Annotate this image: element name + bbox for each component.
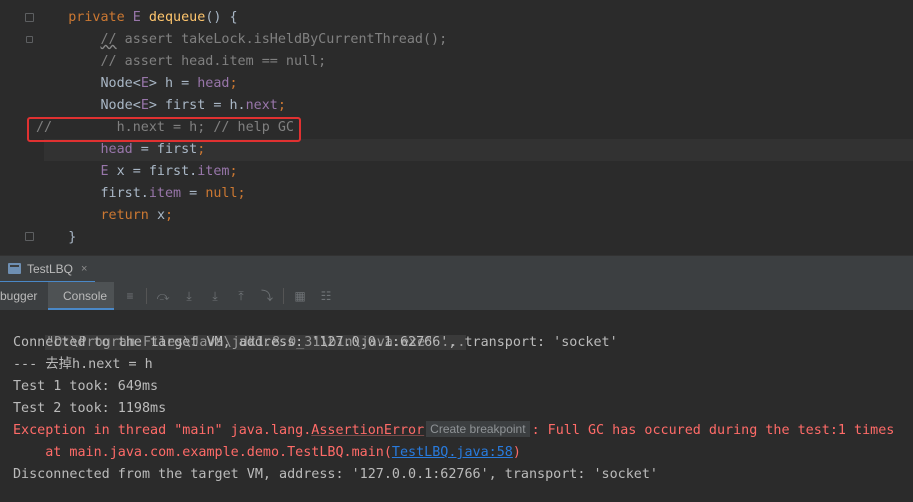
fold-marker-icon[interactable] [25,232,34,241]
code-token: x [156,208,165,223]
code-token: // assert head.item == null; [100,54,327,69]
run-config-icon [8,263,21,274]
evaluate-grid-icon[interactable]: ▦ [293,289,307,303]
code-token: first. [100,186,149,201]
code-token: private [68,10,133,25]
tab-console[interactable]: Console [48,282,114,310]
code-token: x = first. [108,164,198,179]
console-line-command: "D:\Program Files\Java\jdk1.8.0_31\bin\j… [13,310,467,350]
code-line[interactable]: head = first; [36,139,206,161]
code-token: Node< [100,98,141,113]
code-token: > h = [148,76,198,91]
run-tab-testlbq[interactable]: TestLBQ × [0,256,96,283]
code-token: // [100,32,117,47]
console-line-connected: Connected to the target VM, address: '12… [13,335,618,350]
source-file-link[interactable]: TestLBQ.java:58 [392,445,513,460]
stack-frame-suffix: ) [512,445,521,460]
console-line-test1: Test 1 took: 649ms [13,379,159,394]
code-editor[interactable]: private E dequeue() { // assert takeLock… [0,0,913,255]
step-out-icon[interactable]: ⤒ [234,289,248,303]
code-token: } [68,230,77,245]
console-line-note: --- 去掉h.next = h [13,357,153,372]
code-token: E [140,76,149,91]
toolbar-separator [283,288,284,304]
tab-debugger[interactable]: bugger [0,282,43,310]
toolbar-separator [146,288,147,304]
stack-frame-prefix: at main.java.com.example.demo.TestLBQ.ma… [13,445,392,460]
exception-prefix: Exception in thread "main" java.lang. [13,423,312,438]
code-token: head [197,76,230,91]
code-token: > first = h. [148,98,246,113]
code-token: ; [229,164,238,179]
code-line[interactable]: } [36,227,76,249]
code-token: = [181,186,206,201]
step-into-icon[interactable]: ⤓ [182,289,196,303]
code-token: E [140,98,149,113]
code-token: Node< [100,76,141,91]
trace-settings-icon[interactable]: ☷ [319,289,333,303]
code-token: item [197,164,230,179]
code-token: ; [229,76,238,91]
code-token: return [100,208,157,223]
console-line-exception: Exception in thread "main" java.lang.Ass… [13,420,894,442]
code-token: item [148,186,182,201]
code-token: assert takeLock.isHeldByCurrentThread(); [116,32,448,47]
console-output[interactable]: "D:\Program Files\Java\jdk1.8.0_31\bin\j… [0,310,913,502]
code-token: = first [132,142,198,157]
code-token: null; [205,186,246,201]
code-token: ; [277,98,286,113]
run-to-cursor-icon[interactable]: ⤵ [260,289,274,303]
code-line[interactable]: first.item = null; [36,183,246,205]
assertion-error-link[interactable]: AssertionError [311,423,424,438]
close-icon[interactable]: × [81,263,87,275]
code-line[interactable]: Node<E> first = h.next; [36,95,286,117]
step-over-icon[interactable]: ⤼ [156,289,170,303]
code-line[interactable]: return x; [36,205,174,227]
tab-console-label: Console [63,289,108,303]
code-line[interactable]: // assert takeLock.isHeldByCurrentThread… [36,29,448,51]
code-line[interactable]: Node<E> h = head; [36,73,238,95]
force-step-into-icon[interactable]: ⤓ [208,289,222,303]
code-token: head [100,142,133,157]
code-line[interactable]: private E dequeue() { [36,7,238,29]
exception-message: : Full GC has occured during the test:1 … [531,423,895,438]
code-token: E [100,164,109,179]
console-line-stacktrace: at main.java.com.example.demo.TestLBQ.ma… [13,442,521,464]
console-line-disconnected: Disconnected from the target VM, address… [13,467,658,482]
red-highlight-box [27,117,301,142]
code-token: dequeue [148,10,206,25]
fold-marker-icon[interactable] [26,36,33,43]
menu-lines-icon[interactable]: ≡ [123,289,137,303]
fold-marker-icon[interactable] [25,13,34,22]
code-token: E [132,10,149,25]
code-line[interactable]: // assert head.item == null; [36,51,327,73]
code-token: next [245,98,278,113]
code-token: ; [197,142,206,157]
code-token: ; [165,208,174,223]
create-breakpoint-button[interactable]: Create breakpoint [426,421,530,437]
run-tool-window-header: TestLBQ × [0,255,913,283]
debug-subtabs: bugger Console ≡ ⤼ ⤓ ⤓ ⤒ ⤵ ▦ ☷ [0,282,913,311]
run-tab-label: TestLBQ [27,261,74,276]
tab-debugger-label: bugger [0,289,38,303]
console-line-test2: Test 2 took: 1198ms [13,401,167,416]
code-token: () { [205,10,238,25]
code-line[interactable]: E x = first.item; [36,161,238,183]
